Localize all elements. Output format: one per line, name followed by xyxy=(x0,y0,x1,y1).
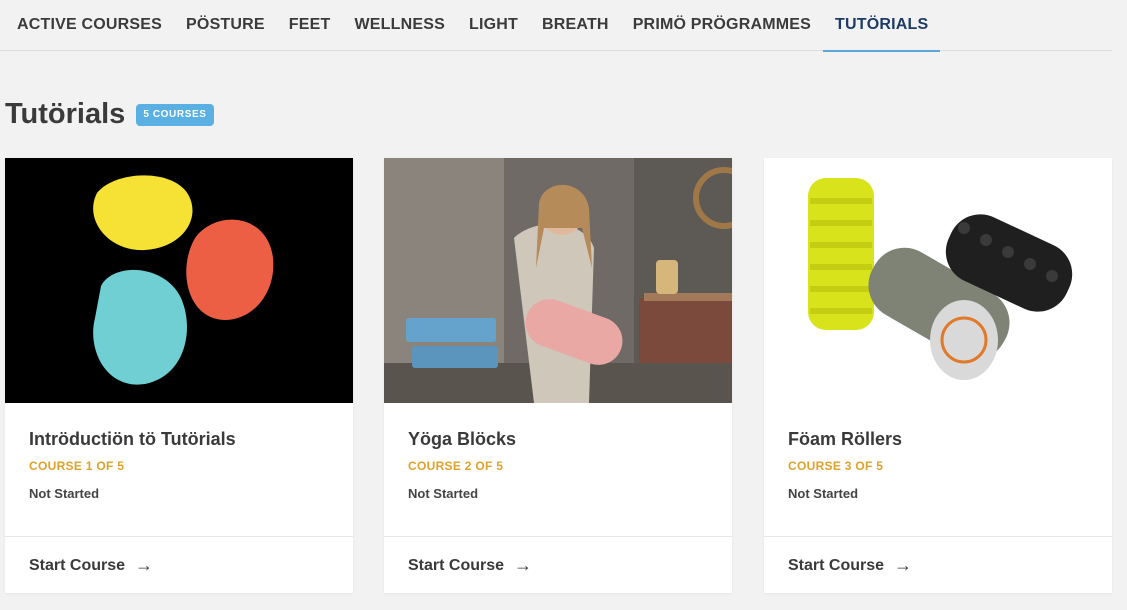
course-title[interactable]: Föam Röllers xyxy=(788,429,1088,450)
section-header: Tutörials 5 COURSES xyxy=(5,98,214,131)
course-status: Not Started xyxy=(29,486,100,501)
course-thumbnail[interactable] xyxy=(764,158,1112,403)
course-status: Not Started xyxy=(788,486,859,501)
start-course-label: Start Course xyxy=(408,556,505,574)
start-course-label: Start Course xyxy=(788,556,885,574)
course-count-badge: 5 COURSES xyxy=(136,103,214,126)
course-position: COURSE 1 OF 5 xyxy=(29,459,125,473)
colorful-pebbles-logo-icon xyxy=(93,175,274,385)
arrow-right-icon: → xyxy=(514,555,533,575)
course-thumbnail[interactable] xyxy=(5,158,353,403)
course-card[interactable]: Yöga Blöcks COURSE 2 OF 5 Not Started St… xyxy=(384,158,732,593)
course-title[interactable]: Intröductiön tö Tutörials xyxy=(29,429,329,450)
start-course-button[interactable]: Start Course → xyxy=(384,537,732,594)
arrow-right-icon: → xyxy=(135,555,154,575)
page-title: Tutörials xyxy=(5,98,126,130)
course-card[interactable]: Intröductiön tö Tutörials COURSE 1 OF 5 … xyxy=(5,158,353,593)
yoga-woman-photo-icon xyxy=(384,158,732,403)
start-course-button[interactable]: Start Course → xyxy=(5,537,353,594)
arrow-right-icon: → xyxy=(894,555,913,575)
tab-feet[interactable]: FEET xyxy=(277,0,343,51)
category-tabs: ACTIVE COURSES PÖSTURE FEET WELLNESS LIG… xyxy=(0,0,1112,52)
tab-primo-programmes[interactable]: PRIMÖ PRÖGRAMMES xyxy=(621,0,823,51)
start-course-button[interactable]: Start Course → xyxy=(764,537,1112,594)
start-course-label: Start Course xyxy=(29,556,126,574)
course-status: Not Started xyxy=(408,486,479,501)
tab-tutorials[interactable]: TUTÖRIALS xyxy=(823,0,941,52)
tab-posture[interactable]: PÖSTURE xyxy=(174,0,277,51)
tab-light[interactable]: LIGHT xyxy=(457,0,530,51)
tab-active-courses[interactable]: ACTIVE COURSES xyxy=(5,0,174,51)
course-thumbnail[interactable] xyxy=(384,158,732,403)
course-position: COURSE 2 OF 5 xyxy=(408,459,504,473)
foam-rollers-photo-icon xyxy=(808,178,1073,380)
tab-breath[interactable]: BREATH xyxy=(530,0,621,51)
course-position: COURSE 3 OF 5 xyxy=(788,459,884,473)
course-card[interactable]: Föam Röllers COURSE 3 OF 5 Not Started S… xyxy=(764,158,1112,593)
tab-wellness[interactable]: WELLNESS xyxy=(343,0,458,51)
course-title[interactable]: Yöga Blöcks xyxy=(408,429,708,450)
